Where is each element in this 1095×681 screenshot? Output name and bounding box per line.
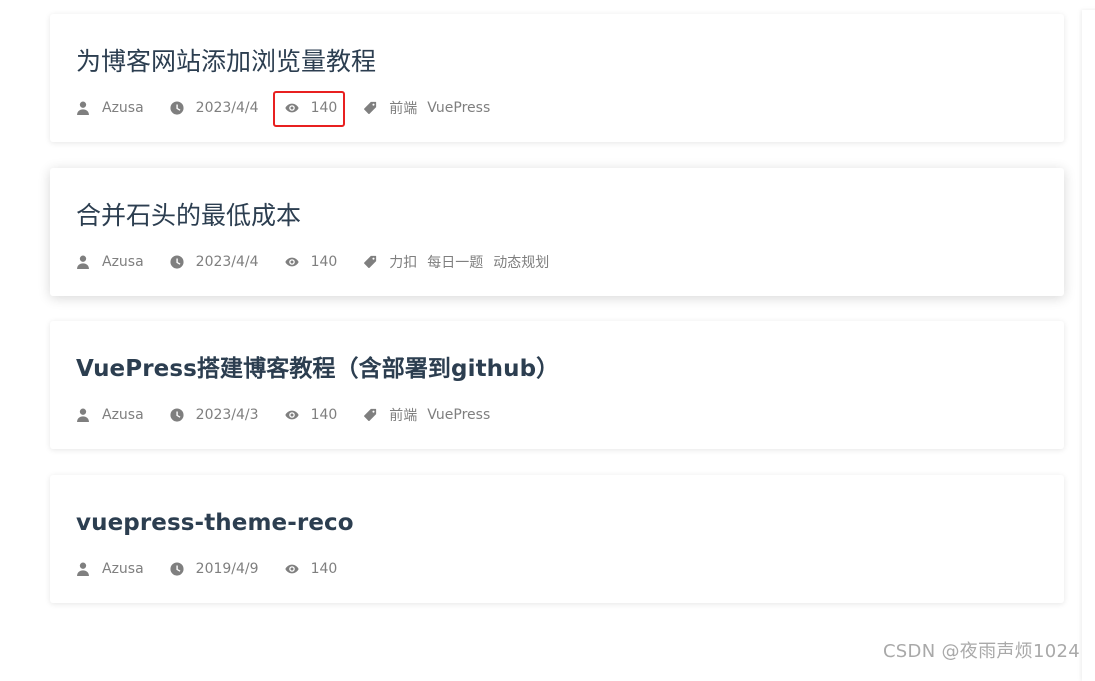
csdn-watermark: CSDN @夜雨声烦1024 [882, 641, 1080, 662]
view-count-highlight [273, 91, 345, 127]
post-meta: Azusa 2019/4/9 140 [76, 557, 363, 581]
clock-icon [170, 255, 184, 269]
tag-link[interactable]: VuePress [427, 407, 490, 423]
clock-icon [170, 101, 184, 115]
post-card[interactable]: 为博客网站添加浏览量教程 Azusa 2023/4/4 140 前端 VuePr… [50, 14, 1064, 142]
post-author: Azusa [76, 407, 144, 423]
post-meta: Azusa 2023/4/4 140 力扣 每日一题 动态规划 [76, 250, 575, 274]
author-name: Azusa [102, 100, 144, 116]
date-text: 2023/4/4 [195, 100, 259, 116]
blog-post-list-page: 为博客网站添加浏览量教程 Azusa 2023/4/4 140 前端 VuePr… [0, 0, 1095, 681]
date-text: 2023/4/3 [195, 407, 259, 423]
eye-icon [284, 257, 299, 267]
post-date: 2019/4/9 [170, 561, 259, 577]
tag-link[interactable]: 力扣 [389, 252, 417, 272]
date-text: 2023/4/4 [195, 254, 259, 270]
author-name: Azusa [102, 561, 144, 577]
views-count: 140 [310, 561, 338, 577]
post-card[interactable]: 合并石头的最低成本 Azusa 2023/4/4 140 力扣 每日一题 动态规… [50, 168, 1064, 296]
tag-icon [364, 408, 377, 421]
post-meta: Azusa 2023/4/3 140 前端 VuePress [76, 403, 516, 427]
author-name: Azusa [102, 254, 144, 270]
sidebar-edge [1082, 10, 1095, 681]
views-count: 140 [310, 407, 338, 423]
post-views: 140 [284, 407, 338, 423]
date-text: 2019/4/9 [195, 561, 259, 577]
post-date: 2023/4/4 [170, 254, 259, 270]
post-tags: 前端 VuePress [363, 98, 490, 118]
tag-link[interactable]: 前端 [389, 98, 417, 118]
user-icon [77, 408, 89, 422]
post-date: 2023/4/3 [170, 407, 259, 423]
post-author: Azusa [76, 100, 144, 116]
post-tags: 力扣 每日一题 动态规划 [363, 252, 549, 272]
tag-link[interactable]: 动态规划 [493, 252, 549, 272]
post-author: Azusa [76, 561, 144, 577]
clock-icon [170, 562, 184, 576]
post-title[interactable]: VuePress搭建博客教程（含部署到github） [76, 349, 1038, 389]
post-title[interactable]: 合并石头的最低成本 [76, 196, 1038, 236]
user-icon [77, 255, 89, 269]
post-views: 140 [284, 254, 338, 270]
post-date: 2023/4/4 [170, 100, 259, 116]
post-author: Azusa [76, 254, 144, 270]
eye-icon [284, 410, 299, 420]
tag-link[interactable]: VuePress [427, 100, 490, 116]
post-card[interactable]: vuepress-theme-reco Azusa 2019/4/9 140 [50, 475, 1064, 603]
user-icon [77, 101, 89, 115]
tag-icon [364, 101, 377, 114]
post-views: 140 [284, 561, 338, 577]
user-icon [77, 562, 89, 576]
post-title[interactable]: 为博客网站添加浏览量教程 [76, 42, 1038, 82]
eye-icon [284, 564, 299, 574]
tag-icon [364, 255, 377, 268]
tag-link[interactable]: 每日一题 [427, 252, 483, 272]
author-name: Azusa [102, 407, 144, 423]
clock-icon [170, 408, 184, 422]
tag-link[interactable]: 前端 [389, 405, 417, 425]
post-card[interactable]: VuePress搭建博客教程（含部署到github） Azusa 2023/4/… [50, 321, 1064, 449]
post-title[interactable]: vuepress-theme-reco [76, 503, 1038, 543]
post-tags: 前端 VuePress [363, 405, 490, 425]
views-count: 140 [310, 254, 338, 270]
